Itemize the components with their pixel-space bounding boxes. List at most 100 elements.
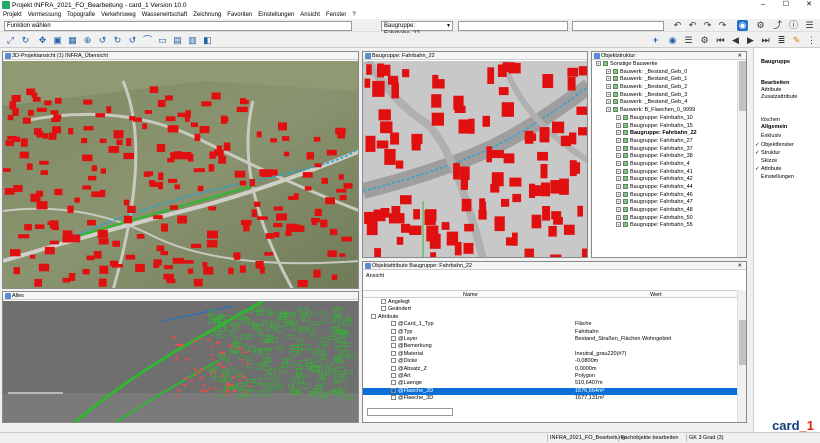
attribute-row[interactable]: @Material Ineutral_grau220(#7)	[363, 351, 737, 358]
attributes-edit-field[interactable]	[367, 408, 453, 416]
info-icon[interactable]: ⓘ	[788, 20, 799, 31]
tree-item[interactable]: + Baugruppe: Fahrbahn_44	[592, 184, 737, 192]
menu-favoriten[interactable]: Favoriten	[227, 12, 252, 18]
close-button[interactable]: ✕	[798, 0, 820, 10]
menu-fenster[interactable]: Fenster	[326, 12, 346, 18]
expand-icon[interactable]: +	[616, 130, 621, 136]
attribute-row[interactable]: @Flaeche_3D 1677,131m²	[363, 395, 737, 402]
tree-item[interactable]: + Baugruppe: Fahrbahn_46	[592, 192, 737, 200]
tree-item[interactable]: + Baugruppe: Fahrbahn_37	[592, 146, 737, 154]
object-structure-controls[interactable]: ✕	[737, 52, 744, 60]
view-3d-pane[interactable]: 3D-Projektansicht (1) INFRA_Übersicht	[2, 51, 359, 289]
attribute-row[interactable]: Angelegt	[363, 299, 737, 306]
expand-icon[interactable]: +	[616, 222, 621, 228]
detail-pane[interactable]: Baugruppe: Fahrbahn_22	[362, 51, 588, 258]
attribute-row[interactable]: @Bemerkung	[363, 343, 737, 350]
expand-icon[interactable]: +	[616, 191, 621, 197]
expand-icon[interactable]: +	[616, 145, 621, 151]
more-icon[interactable]: ⋮	[806, 35, 817, 46]
attribute-row[interactable]: Attribute	[363, 314, 737, 321]
expand-icon[interactable]: +	[616, 207, 621, 213]
tree-item[interactable]: + Bauwerk: _Bestand_Geb_2	[592, 84, 737, 92]
tree-item[interactable]: + Sonstige Bauwerke	[592, 61, 737, 69]
minimize-button[interactable]: –	[752, 0, 774, 10]
attribute-value[interactable]: 0,0000m	[575, 366, 596, 373]
globe-icon[interactable]: ◉	[737, 20, 748, 31]
attributes-close[interactable]: ✕	[737, 262, 744, 270]
context-item[interactable]: löschen	[761, 117, 780, 123]
expand-icon[interactable]: +	[616, 122, 621, 128]
expand-icon[interactable]: +	[616, 176, 621, 182]
zoom-window-icon[interactable]: ▣	[52, 35, 63, 46]
orbit-icon[interactable]: ↺	[127, 35, 138, 46]
attributes-scroll-thumb[interactable]	[739, 320, 746, 365]
expand-icon[interactable]: +	[616, 168, 621, 174]
context-item[interactable]: ✓ Attribute	[755, 166, 781, 172]
scrollbar-thumb[interactable]	[739, 61, 746, 111]
tree-item[interactable]: + Bauwerk: _Bestand_Geb_1	[592, 76, 737, 84]
scale-combo[interactable]	[572, 21, 664, 31]
tree-item[interactable]: + Baugruppe: Fahrbahn_4	[592, 161, 737, 169]
redo-step-icon[interactable]: ↷	[717, 20, 728, 31]
expand-icon[interactable]: +	[606, 91, 611, 97]
expand-icon[interactable]: +	[616, 184, 621, 190]
context-item[interactable]: Skizze	[761, 158, 777, 164]
list-icon[interactable]: ☰	[683, 35, 694, 46]
tilt-icon[interactable]: ⌒	[142, 35, 153, 46]
tree-item[interactable]: + Baugruppe: Fahrbahn_50	[592, 215, 737, 223]
attribute-value[interactable]: Polygon	[575, 373, 595, 380]
expand-icon[interactable]: +	[606, 76, 611, 82]
menu-zeichnung[interactable]: Zeichnung	[193, 12, 221, 18]
expand-icon[interactable]: +	[616, 114, 621, 120]
attribute-value[interactable]: -0,0800m	[575, 358, 598, 365]
refresh-icon[interactable]: ↻	[20, 35, 31, 46]
first-icon[interactable]: ⏮	[715, 35, 726, 46]
attribute-row[interactable]: Geändert	[363, 306, 737, 313]
zoom-in-icon[interactable]: ⊕	[82, 35, 93, 46]
object-tree[interactable]: + Sonstige Bauwerke + Bauwerk: _Bestand_Geb…	[592, 61, 737, 257]
tree-item[interactable]: + Baugruppe: Fahrbahn_41	[592, 169, 737, 177]
layer-combo[interactable]	[458, 21, 568, 31]
view-3d-canvas[interactable]	[3, 61, 359, 289]
expand-icon[interactable]: +	[606, 107, 611, 113]
expand-icon[interactable]: +	[596, 61, 601, 67]
undo-step-icon[interactable]: ↶	[687, 20, 698, 31]
expand-icon[interactable]: +	[616, 153, 621, 159]
expand-icon[interactable]: +	[616, 199, 621, 205]
detail-canvas[interactable]	[363, 61, 588, 258]
attribute-row[interactable]: @Laenge 510,6407m	[363, 380, 737, 387]
attribute-row[interactable]: @Card_1_Typ Fläche	[363, 321, 737, 328]
menu-ansicht[interactable]: Ansicht	[300, 12, 320, 18]
settings-icon[interactable]: ⚙	[699, 35, 710, 46]
tree-item[interactable]: + Baugruppe: Fahrbahn_47	[592, 199, 737, 207]
tree-item[interactable]: + Baugruppe: Fahrbahn_22	[592, 130, 737, 138]
col-value-header[interactable]: Wert	[650, 292, 662, 298]
attribute-row[interactable]: @Absatz_Z 0,0000m	[363, 366, 737, 373]
expand-icon[interactable]: +	[606, 99, 611, 105]
tree-item[interactable]: + Bauwerk: B_Flaechen_0_9999	[592, 107, 737, 115]
attributes-scrollbar[interactable]	[737, 290, 746, 422]
zoom-extent-icon[interactable]: ▦	[67, 35, 78, 46]
menu-einstellungen[interactable]: Einstellungen	[258, 12, 294, 18]
attribute-value[interactable]: Bestand_Straßen_Flächen Wohngebiet	[575, 336, 671, 343]
tree-item[interactable]: + Baugruppe: Fahrbahn_42	[592, 176, 737, 184]
tree-item[interactable]: + Bauwerk: _Bestand_Geb_0	[592, 69, 737, 77]
next-icon[interactable]: ▶	[745, 35, 756, 46]
tree-item[interactable]: + Bauwerk: _Bestand_Geb_3	[592, 92, 737, 100]
tree-item[interactable]: + Baugruppe: Fahrbahn_48	[592, 207, 737, 215]
overview-canvas[interactable]	[3, 301, 359, 423]
pencil-icon[interactable]: ✎	[791, 35, 802, 46]
add-icon[interactable]: +	[650, 35, 661, 46]
gear-icon[interactable]: ⚙	[755, 20, 766, 31]
maximize-button[interactable]: ☐	[775, 0, 797, 10]
attribute-row[interactable]: @Dicke -0,0800m	[363, 358, 737, 365]
object-tree-scrollbar[interactable]	[737, 61, 746, 257]
attributes-table[interactable]: Angelegt Geändert Attribute @Card_1_Typ Fläc…	[363, 299, 737, 402]
prev-icon[interactable]: ◀	[730, 35, 741, 46]
globe-small-icon[interactable]: ◉	[667, 35, 678, 46]
expand-icon[interactable]: +	[616, 214, 621, 220]
overview-pane[interactable]: Alles	[2, 291, 359, 423]
menu-topografie[interactable]: Topografie	[67, 12, 95, 18]
context-item[interactable]: Einstellungen	[761, 174, 794, 180]
attribute-row[interactable]: @Layer Bestand_Straßen_Flächen Wohngebiet	[363, 336, 737, 343]
